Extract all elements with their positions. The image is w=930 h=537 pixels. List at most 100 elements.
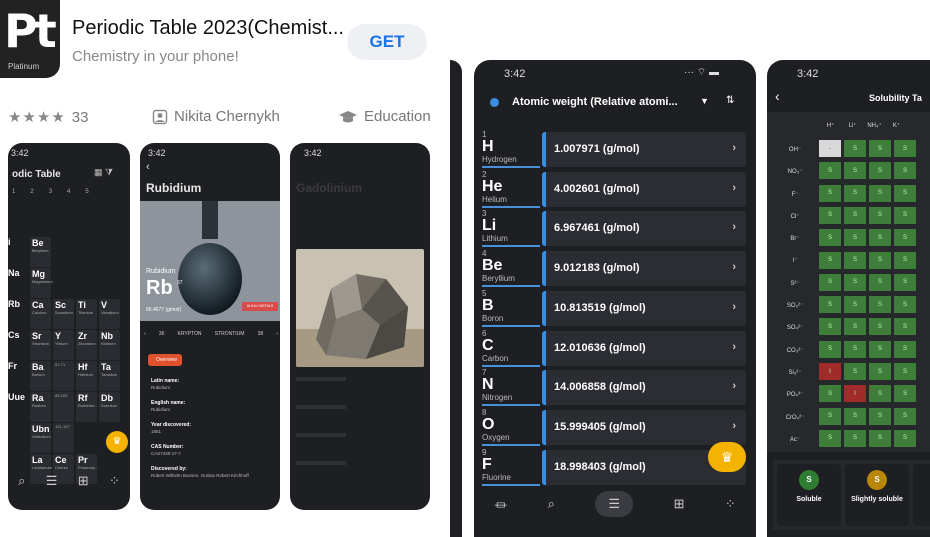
atomic-weight-value[interactable]: 4.002601 (g/mol) › — [542, 171, 746, 207]
screenshot-gadolinium[interactable]: 3:42 Gadolinium — [290, 143, 430, 510]
solubility-cell[interactable]: S — [894, 363, 916, 380]
solubility-cell[interactable]: S — [844, 429, 866, 447]
list-item[interactable]: 2 He Helium 4.002601 (g/mol) › — [474, 170, 756, 209]
solubility-cell[interactable]: S — [819, 340, 841, 358]
developer[interactable]: Nikita Chernykh — [152, 108, 280, 125]
solubility-cell[interactable]: S — [894, 429, 916, 447]
element-cell[interactable]: Hf Hafnium — [76, 361, 97, 391]
solubility-cell[interactable]: S — [844, 162, 866, 180]
solubility-cell[interactable]: S — [819, 229, 841, 247]
nav-list-icon[interactable]: ☰ — [595, 491, 634, 517]
list-item[interactable]: 8 O Oxygen 15.999405 (g/mol) › — [474, 408, 756, 447]
solubility-cell[interactable]: S — [819, 273, 841, 291]
next-chevron-icon[interactable]: › — [276, 331, 278, 337]
solubility-cell[interactable]: S — [844, 363, 866, 380]
atomic-weight-value[interactable]: 1.007971 (g/mol) › — [542, 132, 746, 167]
nav-list-icon[interactable]: ☰ — [46, 473, 58, 489]
atomic-weight-value[interactable]: 12.010636 (g/mol) › — [542, 330, 746, 366]
list-item[interactable]: 6 C Carbon 12.010636 (g/mol) › — [474, 329, 756, 368]
back-chevron-icon[interactable]: ‹ — [146, 161, 150, 173]
app-icon[interactable]: Pt Platinum — [0, 0, 60, 78]
rating[interactable]: ★★★★ 33 — [8, 108, 88, 127]
solubility-cell[interactable]: S — [844, 318, 866, 336]
solubility-cell[interactable]: S — [869, 318, 891, 336]
solubility-cell[interactable]: S — [844, 140, 866, 157]
nav-table-icon[interactable]: ⊞ — [674, 496, 685, 512]
crown-button[interactable]: ♛ — [106, 431, 128, 453]
solubility-cell[interactable]: S — [894, 273, 916, 291]
atomic-weight-value[interactable]: 6.967461 (g/mol) › — [542, 211, 746, 247]
solubility-cell[interactable]: S — [844, 296, 866, 314]
solubility-cell[interactable]: S — [869, 206, 891, 224]
solubility-cell[interactable]: S — [844, 229, 866, 247]
solubility-cell[interactable]: S — [819, 206, 841, 224]
screenshot-rubidium[interactable]: 3:42 ‹ Rubidium Rubidium Rb 37 85.4677 (… — [140, 143, 280, 510]
tab-overview[interactable]: Overview — [148, 354, 182, 366]
sort-icon[interactable]: ⇅ — [726, 95, 734, 106]
element-cell[interactable]: Ba Barium — [30, 361, 51, 391]
category[interactable]: Education — [338, 108, 431, 125]
next-element-name[interactable]: STRONTIUM — [215, 331, 245, 337]
solubility-cell[interactable]: S — [894, 407, 916, 425]
element-cell[interactable]: Zr Zirconium — [76, 330, 97, 360]
element-cell[interactable]: Ubn Unbinilium — [30, 423, 51, 453]
solubility-cell[interactable]: S — [869, 340, 891, 358]
element-cell[interactable]: Y Yttrium — [53, 330, 74, 360]
list-item[interactable]: 1 H Hydrogen 1.007971 (g/mol) › — [474, 130, 756, 169]
solubility-cell[interactable]: S — [894, 251, 916, 269]
solubility-cell[interactable]: S — [894, 184, 916, 202]
solubility-cell[interactable]: S — [819, 162, 841, 180]
screenshot-periodic-table[interactable]: 3:42 odic Table ▦ ⧩ 1 2 3 4 5 i Na Rb Cs Fr Uue B… — [8, 143, 130, 510]
solubility-cell[interactable]: I — [819, 363, 841, 380]
nav-molecule-icon[interactable]: ⁘ — [725, 496, 736, 512]
list-item[interactable]: 4 Be Beryllium 9.012183 (g/mol) › — [474, 249, 756, 288]
element-cell[interactable]: Ca Calcium — [30, 299, 51, 329]
solubility-cell[interactable]: S — [844, 273, 866, 291]
element-cell[interactable]: 121-127 — [53, 423, 74, 453]
solubility-cell[interactable]: S — [894, 229, 916, 247]
solubility-cell[interactable]: S — [844, 407, 866, 425]
solubility-cell[interactable]: S — [894, 140, 916, 157]
element-cell[interactable]: Ti Titanium — [76, 299, 97, 329]
element-cell[interactable]: Sc Scandium — [53, 299, 74, 329]
element-cell[interactable]: Db Dubnium — [99, 392, 120, 422]
get-button[interactable]: GET — [347, 24, 427, 60]
element-cell[interactable]: 89-103 — [53, 392, 74, 422]
solubility-cell[interactable]: S — [844, 251, 866, 269]
prev-element-name[interactable]: KRYPTON — [178, 331, 202, 337]
element-cell[interactable]: Nb Niobium — [99, 330, 120, 360]
element-cell[interactable]: Ta Tantalum — [99, 361, 120, 391]
solubility-cell[interactable]: S — [819, 318, 841, 336]
nav-flask-icon[interactable]: ⏛ — [494, 495, 507, 514]
solubility-cell[interactable]: S — [869, 229, 891, 247]
solubility-cell[interactable]: S — [869, 273, 891, 291]
solubility-cell[interactable]: - — [819, 140, 841, 157]
element-cell[interactable]: Rf Rutherfor... — [76, 392, 98, 422]
dropdown-arrow-icon[interactable]: ▼ — [700, 96, 709, 106]
solubility-cell[interactable]: S — [819, 251, 841, 269]
solubility-cell[interactable]: S — [869, 251, 891, 269]
solubility-cell[interactable]: S — [894, 385, 916, 403]
solubility-cell[interactable]: S — [869, 429, 891, 447]
screenshot-solubility[interactable]: 3:42 ‹ Solubility Ta H⁺ Li⁺ NH₄⁺ K⁺ OH⁻ NO₃⁻… — [767, 60, 930, 537]
solubility-cell[interactable]: S — [844, 184, 866, 202]
element-navigator[interactable]: ‹ 36 KRYPTON STRONTIUM 38 › — [144, 331, 278, 337]
solubility-cell[interactable]: S — [894, 206, 916, 224]
solubility-cell[interactable]: S — [894, 162, 916, 180]
nav-table-icon[interactable]: ⊞ — [78, 473, 89, 489]
solubility-cell[interactable]: S — [819, 407, 841, 425]
element-cell[interactable]: Sr Strontium — [30, 330, 51, 360]
solubility-cell[interactable]: S — [819, 429, 841, 447]
crown-button[interactable]: ♛ — [708, 442, 746, 472]
prev-chevron-icon[interactable]: ‹ — [144, 331, 146, 337]
solubility-cell[interactable]: S — [869, 296, 891, 314]
element-cell[interactable]: Ra Radium — [30, 392, 51, 422]
element-cell[interactable]: V Vanadium — [99, 299, 120, 329]
solubility-cell[interactable]: S — [844, 340, 866, 358]
atomic-weight-value[interactable]: 9.012183 (g/mol) › — [542, 251, 746, 287]
atomic-weight-value[interactable]: 14.006858 (g/mol) › — [542, 370, 746, 406]
back-chevron-icon[interactable]: ‹ — [775, 88, 780, 104]
solubility-cell[interactable]: S — [894, 318, 916, 336]
nav-search-icon[interactable]: ⌕ — [18, 473, 25, 489]
solubility-cell[interactable]: S — [894, 340, 916, 358]
